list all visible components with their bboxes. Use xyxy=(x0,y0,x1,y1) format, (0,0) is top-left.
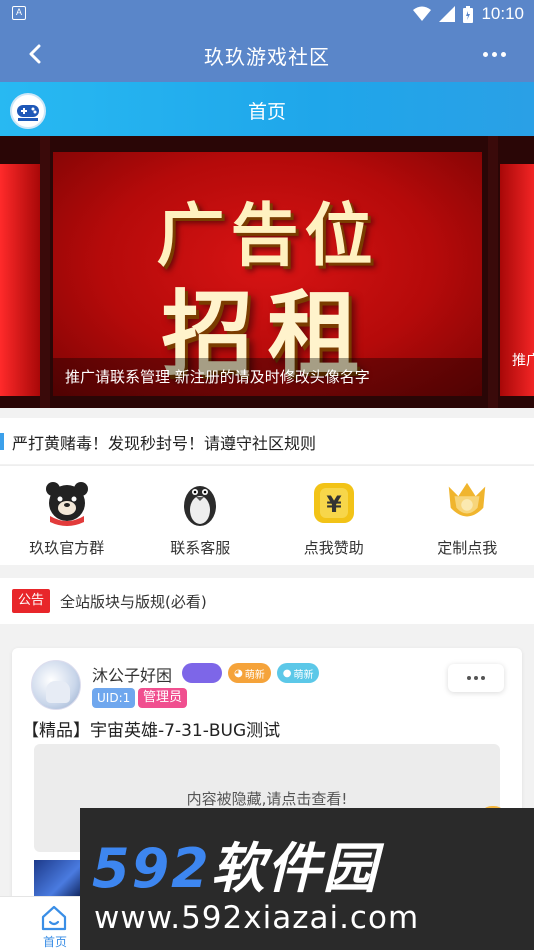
status-icons: 10:10 xyxy=(413,3,524,25)
notice-accent xyxy=(0,433,4,450)
watermark-number: 592 xyxy=(92,837,211,900)
status-bar: A 10:10 xyxy=(0,0,534,27)
banner-next-caption: 推广 xyxy=(512,353,534,369)
quick-link-sponsor[interactable]: ¥ 点我赞助 xyxy=(267,466,401,565)
banner-slide[interactable]: 广告位 招租 推广请联系管理 新注册的请及时修改头像名字 xyxy=(53,152,482,396)
watermark-brand: 软件园 xyxy=(210,837,379,900)
hidden-content-text: 内容被隐藏,请点击查看! xyxy=(186,790,348,808)
crown-shield-icon xyxy=(443,478,491,528)
badge-label: 萌新 xyxy=(244,669,265,681)
more-horizontal-icon xyxy=(482,51,488,57)
post-more-button[interactable] xyxy=(448,664,504,692)
bear-icon xyxy=(43,478,91,528)
penguin-icon xyxy=(176,478,224,528)
more-dot xyxy=(481,676,485,680)
user-badges: ◕ 萌新 ● 萌新 xyxy=(182,663,320,683)
level-badge xyxy=(182,663,222,683)
announcement-link[interactable]: 全站版块与版规(必看) xyxy=(60,591,207,612)
post-username[interactable]: 沐公子好困 xyxy=(92,662,172,686)
post-thumbnail[interactable] xyxy=(34,860,80,900)
home-icon xyxy=(41,905,67,931)
more-dot xyxy=(500,51,506,57)
uid-tag: UID:1 xyxy=(92,688,136,708)
quick-link-label: 定制点我 xyxy=(437,539,498,557)
more-dot xyxy=(467,676,471,680)
chick-icon: ● xyxy=(282,667,292,679)
banner-prev-slide xyxy=(0,164,40,396)
quick-link-label: 联系客服 xyxy=(170,539,231,557)
badge-label: 萌新 xyxy=(293,669,314,681)
watermark-overlay: 592软件园 www.592xiazai.com xyxy=(80,808,534,950)
more-dot xyxy=(491,51,497,57)
notification-icon: A xyxy=(12,6,26,20)
clock-text: 10:10 xyxy=(481,4,524,23)
title-bar: 玖玖游戏社区 xyxy=(0,27,534,82)
shiba-icon: ◕ xyxy=(234,667,243,679)
quick-link-label: 玖玖官方群 xyxy=(29,539,105,557)
announcement-tag: 公告 xyxy=(12,589,51,613)
app-title: 玖玖游戏社区 xyxy=(204,45,330,69)
watermark-url: www.592xiazai.com xyxy=(94,900,420,936)
tab-home[interactable]: 首页 xyxy=(28,901,82,949)
home-header: 首页 xyxy=(0,82,534,136)
admin-tag: 管理员 xyxy=(138,688,188,708)
more-button[interactable] xyxy=(474,41,514,67)
quick-link-customize[interactable]: 定制点我 xyxy=(401,466,534,565)
banner-frame xyxy=(488,136,498,408)
banner-caption: 推广请联系管理 新注册的请及时修改头像名字 xyxy=(53,358,482,396)
page-title: 首页 xyxy=(247,101,286,123)
quick-link-official-group[interactable]: 玖玖官方群 xyxy=(0,466,134,565)
more-dot xyxy=(474,676,478,680)
announcement-row[interactable]: 公告 全站版块与版规(必看) xyxy=(0,578,534,624)
battery-icon xyxy=(463,5,474,23)
yuan-icon: ¥ xyxy=(310,478,358,528)
quick-links: 玖玖官方群 联系客服 ¥ 点我赞助 定制点我 xyxy=(0,465,534,565)
tab-home-label: 首页 xyxy=(42,935,67,949)
newbie-badge: ● 萌新 xyxy=(276,663,320,683)
avatar[interactable] xyxy=(31,660,81,710)
newbie-badge: ◕ 萌新 xyxy=(228,663,271,683)
watermark-logo: 592软件园 xyxy=(92,824,379,903)
signal-icon xyxy=(439,6,456,22)
banner-frame xyxy=(40,136,50,408)
quick-link-customer-service[interactable]: 联系客服 xyxy=(134,466,268,565)
post-title[interactable]: 【精品】宇宙英雄-7-31-BUG测试 xyxy=(22,716,280,741)
notice-text: 严打黄赌毒！发现秒封号！请遵守社区规则 xyxy=(12,434,317,453)
quick-link-label: 点我赞助 xyxy=(303,539,364,557)
rules-notice[interactable]: 严打黄赌毒！发现秒封号！请遵守社区规则 xyxy=(0,418,534,464)
svg-text:¥: ¥ xyxy=(326,493,342,518)
ad-banner-carousel[interactable]: 广告位 招租 推广请联系管理 新注册的请及时修改头像名字 推广 xyxy=(0,136,534,408)
wifi-icon xyxy=(413,6,432,22)
